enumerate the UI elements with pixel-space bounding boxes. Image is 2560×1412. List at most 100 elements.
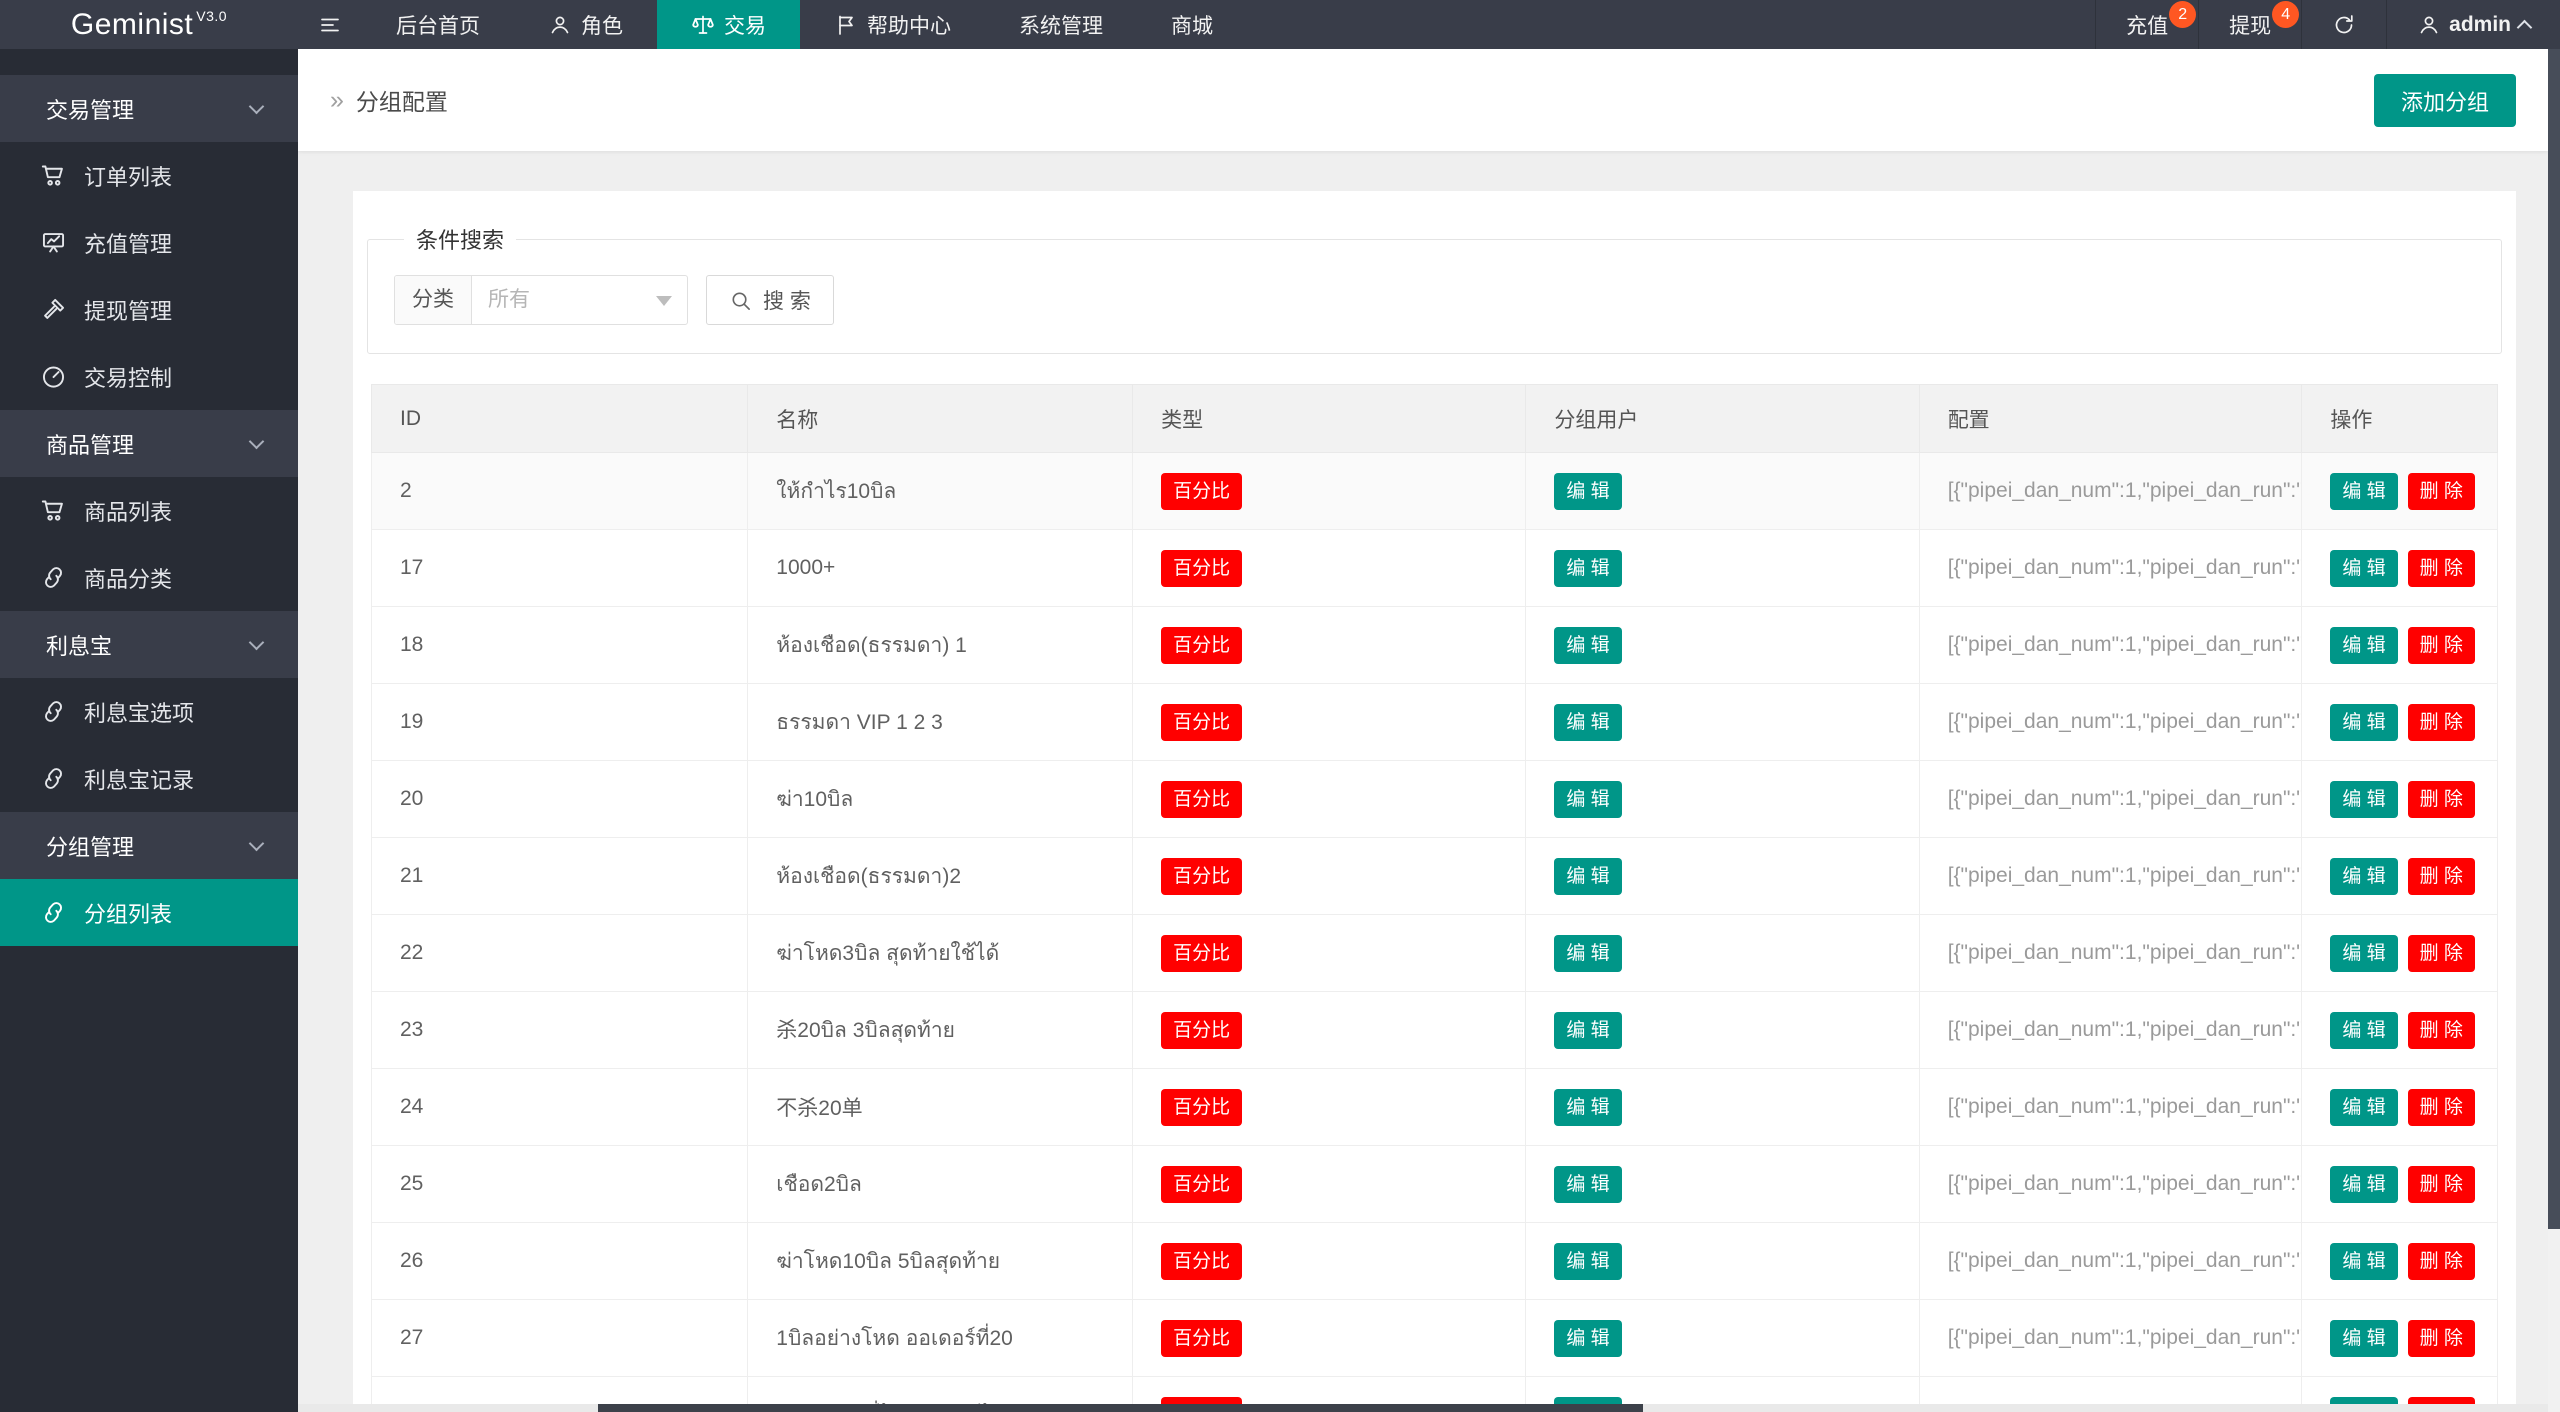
sidebar-item[interactable]: 商品分类 <box>0 544 298 611</box>
chevron-down-icon <box>249 434 265 450</box>
sidebar-item[interactable]: 利息宝选项 <box>0 678 298 745</box>
group-user-edit-button[interactable]: 编 辑 <box>1554 1397 1621 1405</box>
cell-name: เชือด100 ที่ไม่ยอมต่อวีไอพี2 <box>748 1377 1133 1405</box>
type-badge: 百分比 <box>1161 704 1242 741</box>
group-user-edit-button[interactable]: 编 辑 <box>1554 704 1621 741</box>
top-nav-item-5[interactable]: 系统管理 <box>985 0 1137 49</box>
edit-button[interactable]: 编 辑 <box>2330 704 2397 741</box>
top-nav-item-4[interactable]: 帮助中心 <box>800 0 985 49</box>
edit-button[interactable]: 编 辑 <box>2330 1012 2397 1049</box>
recharge-link[interactable]: 充值 2 <box>2095 0 2198 49</box>
edit-button[interactable]: 编 辑 <box>2330 1243 2397 1280</box>
top-nav-item-2[interactable]: 角色 <box>514 0 657 49</box>
add-group-button[interactable]: 添加分组 <box>2374 74 2516 127</box>
group-user-edit-button[interactable]: 编 辑 <box>1554 1243 1621 1280</box>
sidebar-item-label: 交易控制 <box>84 361 172 393</box>
vertical-scrollbar-thumb[interactable] <box>2548 49 2560 1229</box>
cell-name: ฆ่าโหด3บิล สุดท้ายใช้ได้ <box>748 915 1133 992</box>
link-icon <box>40 564 67 591</box>
cell-name: 1000+ <box>748 530 1133 607</box>
top-nav-item-6[interactable]: 商城 <box>1137 0 1247 49</box>
edit-button[interactable]: 编 辑 <box>2330 1320 2397 1357</box>
column-header: 类型 <box>1133 385 1526 453</box>
search-icon <box>729 289 752 312</box>
user-menu[interactable]: admin <box>2386 0 2560 49</box>
edit-button[interactable]: 编 辑 <box>2330 550 2397 587</box>
cell-name: ห้องเชือด(ธรรมดา)2 <box>748 838 1133 915</box>
horizontal-scrollbar-thumb[interactable] <box>598 1404 1643 1412</box>
type-badge: 百分比 <box>1161 1166 1242 1203</box>
delete-button[interactable]: 删 除 <box>2408 935 2475 972</box>
cell-group-user: 编 辑 <box>1526 838 1919 915</box>
edit-button[interactable]: 编 辑 <box>2330 1089 2397 1126</box>
group-user-edit-button[interactable]: 编 辑 <box>1554 550 1621 587</box>
category-select[interactable]: 所有 <box>472 276 687 324</box>
group-user-edit-button[interactable]: 编 辑 <box>1554 1012 1621 1049</box>
cell-id: 20 <box>372 761 748 838</box>
group-user-edit-button[interactable]: 编 辑 <box>1554 473 1621 510</box>
sidebar-group-label: 商品管理 <box>46 428 134 460</box>
sidebar-item[interactable]: 充值管理 <box>0 209 298 276</box>
group-user-edit-button[interactable]: 编 辑 <box>1554 781 1621 818</box>
cell-config: [{"pipei_dan_num":1,"pipei_dan_run":"... <box>1919 915 2302 992</box>
search-button[interactable]: 搜 索 <box>706 275 834 325</box>
sidebar-group-header-1[interactable]: 交易管理 <box>0 75 298 142</box>
top-nav-item-label: 帮助中心 <box>867 10 951 40</box>
delete-button[interactable]: 删 除 <box>2408 704 2475 741</box>
sidebar-item[interactable]: 订单列表 <box>0 142 298 209</box>
withdraw-link[interactable]: 提现 4 <box>2198 0 2301 49</box>
delete-button[interactable]: 删 除 <box>2408 1089 2475 1126</box>
edit-button[interactable]: 编 辑 <box>2330 935 2397 972</box>
edit-button[interactable]: 编 辑 <box>2330 627 2397 664</box>
delete-button[interactable]: 删 除 <box>2408 858 2475 895</box>
top-nav-item-1[interactable]: 后台首页 <box>362 0 514 49</box>
refresh-icon[interactable] <box>2301 0 2386 49</box>
sidebar-group-header-2[interactable]: 商品管理 <box>0 410 298 477</box>
group-user-edit-button[interactable]: 编 辑 <box>1554 627 1621 664</box>
delete-button[interactable]: 删 除 <box>2408 473 2475 510</box>
group-user-edit-button[interactable]: 编 辑 <box>1554 1089 1621 1126</box>
sidebar-item[interactable]: 交易控制 <box>0 343 298 410</box>
category-selected-value: 所有 <box>488 288 530 311</box>
sidebar-item[interactable]: 商品列表 <box>0 477 298 544</box>
group-user-edit-button[interactable]: 编 辑 <box>1554 858 1621 895</box>
cell-type: 百分比 <box>1133 915 1526 992</box>
delete-button[interactable]: 删 除 <box>2408 781 2475 818</box>
edit-button[interactable]: 编 辑 <box>2330 1397 2397 1405</box>
group-user-edit-button[interactable]: 编 辑 <box>1554 1320 1621 1357</box>
delete-button[interactable]: 删 除 <box>2408 1320 2475 1357</box>
delete-button[interactable]: 删 除 <box>2408 1243 2475 1280</box>
delete-button[interactable]: 删 除 <box>2408 627 2475 664</box>
sidebar-item[interactable]: 利息宝记录 <box>0 745 298 812</box>
top-nav-item-3[interactable]: 交易 <box>657 0 800 49</box>
cell-type: 百分比 <box>1133 1377 1526 1405</box>
type-badge: 百分比 <box>1161 935 1242 972</box>
sidebar-group-header-4[interactable]: 分组管理 <box>0 812 298 879</box>
delete-button[interactable]: 删 除 <box>2408 1012 2475 1049</box>
delete-button[interactable]: 删 除 <box>2408 550 2475 587</box>
category-label: 分类 <box>395 276 472 324</box>
delete-button[interactable]: 删 除 <box>2408 1166 2475 1203</box>
cell-actions: 编 辑删 除 <box>2302 607 2498 684</box>
group-user-edit-button[interactable]: 编 辑 <box>1554 935 1621 972</box>
cell-id: 27 <box>372 1300 748 1377</box>
edit-button[interactable]: 编 辑 <box>2330 858 2397 895</box>
delete-button[interactable]: 删 除 <box>2408 1397 2475 1405</box>
sidebar-item-label: 商品分类 <box>84 562 172 594</box>
sidebar-group-header-3[interactable]: 利息宝 <box>0 611 298 678</box>
app-logo: GeministV3.0 <box>0 0 298 49</box>
sidebar-item-label: 提现管理 <box>84 294 172 326</box>
dashboard-icon <box>40 363 67 390</box>
sidebar-item-label: 分组列表 <box>84 897 172 929</box>
top-nav-item-label: 角色 <box>581 10 623 40</box>
sidebar-item[interactable]: 分组列表 <box>0 879 298 946</box>
group-user-edit-button[interactable]: 编 辑 <box>1554 1166 1621 1203</box>
edit-button[interactable]: 编 辑 <box>2330 781 2397 818</box>
sidebar-item[interactable]: 提现管理 <box>0 276 298 343</box>
cell-type: 百分比 <box>1133 684 1526 761</box>
type-badge: 百分比 <box>1161 1089 1242 1126</box>
recharge-count-badge: 2 <box>2169 1 2196 28</box>
edit-button[interactable]: 编 辑 <box>2330 473 2397 510</box>
edit-button[interactable]: 编 辑 <box>2330 1166 2397 1203</box>
menu-collapse-icon[interactable] <box>298 0 362 49</box>
